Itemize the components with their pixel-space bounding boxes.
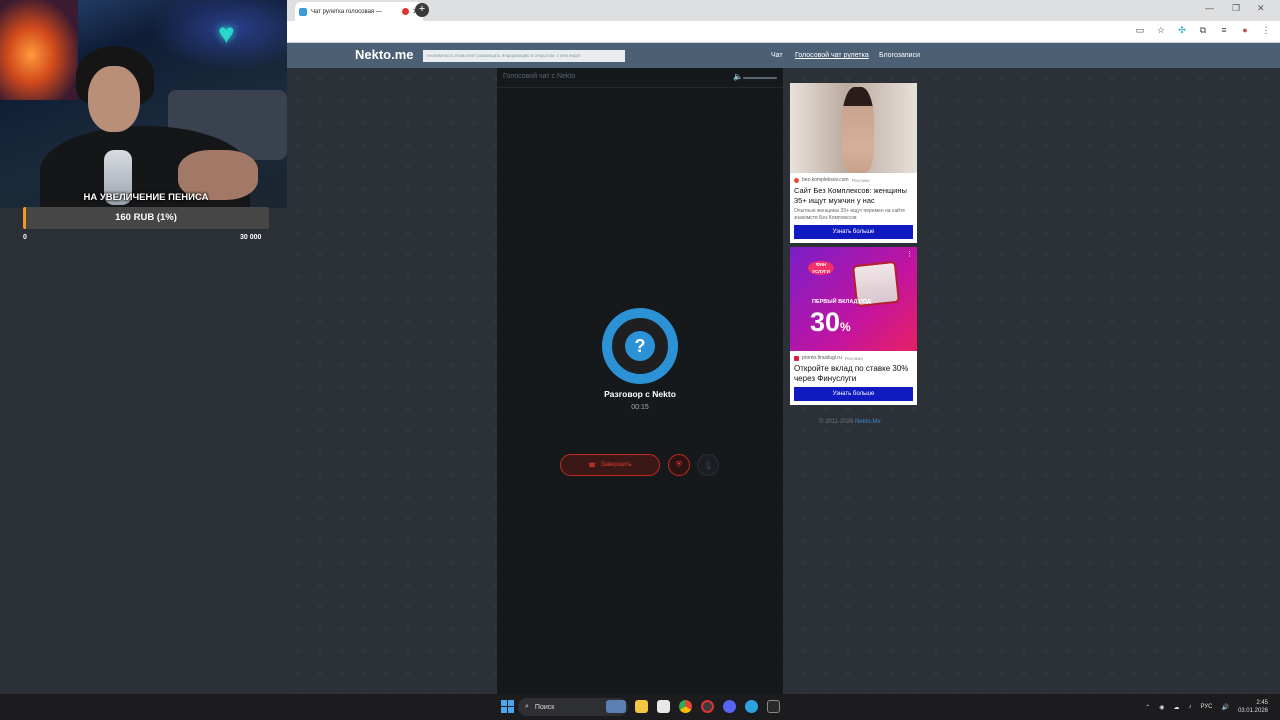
network-icon[interactable]: ◉ <box>1159 704 1164 711</box>
terminal-icon[interactable] <box>767 700 780 713</box>
mute-button[interactable]: 🎙 <box>697 454 719 476</box>
site-favicon-icon <box>299 7 307 16</box>
footer-link[interactable]: Nekto.Me <box>855 419 881 425</box>
site-logo[interactable]: Nekto.me <box>355 47 414 62</box>
ad-tag: Реклама <box>844 355 863 361</box>
ad-headline[interactable]: Откройте вклад по ставке 30% через Финус… <box>790 361 917 384</box>
browser-tab[interactable]: Чат рулетка голосовая — ✕ <box>295 2 423 21</box>
ad-source: promo.finuslugi.ru <box>802 355 842 361</box>
discord-icon[interactable] <box>723 700 736 713</box>
site-header: Nekto.me Анонимность позволяет размещать… <box>287 43 1280 68</box>
volume-slider[interactable] <box>743 77 777 79</box>
ad-tag: Реклама <box>851 177 870 183</box>
chat-title: Голосовой чат с Nekto <box>503 73 576 80</box>
clock-time: 2:45 <box>1256 700 1268 706</box>
search-placeholder: Поиск <box>534 703 555 711</box>
nav-blog[interactable]: Блогозаписи <box>879 52 920 59</box>
more-icon[interactable]: ⋮ <box>906 86 913 94</box>
conversation-title: Разговор с Nekto <box>604 389 676 399</box>
donation-goal-max: 30 000 <box>240 234 262 241</box>
more-icon[interactable]: ⋮ <box>906 250 913 258</box>
ad-card-2[interactable]: ФИН УСЛУГИ ПЕРВЫЙ ВКЛАД ПОД 30% ⋮ promo.… <box>790 247 917 405</box>
mic-icon: 🎙 <box>702 460 714 470</box>
chevron-up-icon[interactable]: ⌃ <box>1145 704 1150 711</box>
maximize-button[interactable]: ❐ <box>1232 3 1240 14</box>
ad-source-icon <box>794 355 799 361</box>
copyright: © 2011-2026 Nekto.Me <box>819 419 881 425</box>
end-call-button[interactable]: ☎ Завершить <box>560 454 660 476</box>
chrome-icon[interactable] <box>679 700 692 713</box>
report-button[interactable]: ⛨ <box>668 454 690 476</box>
nav-voice-chat[interactable]: Голосовой чат рулетка <box>795 52 869 59</box>
conversation-timer: 00:15 <box>631 404 649 411</box>
profile-icon[interactable]: ● <box>1239 25 1251 36</box>
partner-avatar: ? <box>602 308 678 384</box>
nav-chat[interactable]: Чат <box>771 52 783 59</box>
language-indicator[interactable]: РУС <box>1200 704 1212 710</box>
question-mark-icon: ? <box>625 331 655 361</box>
chat-topbar: Голосовой чат с Nekto 🔈 <box>497 68 783 88</box>
file-explorer-icon[interactable] <box>635 700 648 713</box>
ad-description: Опытные женщины 35+ ищут перемен на сайт… <box>794 208 905 221</box>
donation-goal-min: 0 <box>23 234 27 241</box>
clock-date: 03.01.2026 <box>1237 708 1268 714</box>
ad-cta-button[interactable]: Узнать больше <box>794 387 913 401</box>
browser-tabstrip: Чат рулетка голосовая — ✕ + — ❐ ✕ <box>287 0 1280 21</box>
page-background <box>287 68 1280 694</box>
ad-image: ⋮ <box>790 83 917 173</box>
anonymity-notice: Анонимность позволяет размещать информац… <box>423 50 625 62</box>
minimize-button[interactable]: — <box>1205 3 1214 13</box>
ad-headline[interactable]: Сайт Без Комплексов: женщины 35+ ищут му… <box>790 183 917 206</box>
close-window-button[interactable]: ✕ <box>1257 3 1265 14</box>
obs-icon[interactable] <box>701 700 714 713</box>
donation-progress-label: 160 RUB (1%) <box>115 212 177 223</box>
windows-start-icon[interactable] <box>501 700 514 713</box>
new-tab-button[interactable]: + <box>415 3 429 17</box>
calendar-app-icon[interactable] <box>657 700 670 713</box>
taskbar: ⌕ Поиск ⌃ ◉ ☁ ♪ РУС 🔊 2:45 03.01.2026 <box>0 694 1280 720</box>
webcam-overlay: ♥ <box>0 0 287 208</box>
more-icon[interactable]: ⋮ <box>1260 25 1272 36</box>
hangup-icon: ☎ <box>588 462 596 469</box>
volume-icon: 🔈 <box>733 72 743 81</box>
star-icon[interactable]: ☆ <box>1155 25 1167 36</box>
tab-recording-icon <box>402 8 410 15</box>
webcam-background-fire <box>0 0 78 100</box>
cloud-icon[interactable]: ☁ <box>1173 704 1179 711</box>
promo-value: 30% <box>810 307 851 337</box>
microphone-tray-icon[interactable]: ♪ <box>1188 704 1191 710</box>
ad-cta-button[interactable]: Узнать больше <box>794 225 913 239</box>
ad-image: ФИН УСЛУГИ ПЕРВЫЙ ВКЛАД ПОД 30% ⋮ <box>790 247 917 351</box>
telegram-icon[interactable] <box>745 700 758 713</box>
voice-chat-panel: Голосовой чат с Nekto 🔈 ? Разговор с Nek… <box>497 68 783 694</box>
streamer-face <box>88 66 140 132</box>
system-tray: ⌃ ◉ ☁ ♪ РУС 🔊 2:45 03.01.2026 <box>1145 694 1280 720</box>
puzzle-icon[interactable]: ⧉ <box>1197 25 1209 36</box>
menu-icon[interactable]: ≡ <box>1218 25 1230 36</box>
neon-heart-icon: ♥ <box>218 18 235 49</box>
volume-tray-icon[interactable]: 🔊 <box>1221 704 1228 711</box>
promo-badge: ФИН УСЛУГИ <box>808 261 834 275</box>
donation-progress-bar: 160 RUB (1%) <box>23 207 269 229</box>
end-call-label: Завершить <box>600 462 632 468</box>
donation-goal-title: НА УВЕЛИЧЕНИЕ ПЕНИСА <box>83 192 209 203</box>
search-icon: ⌕ <box>525 703 529 710</box>
ad-card-1[interactable]: ⋮ bez-kompleksov.com Реклама Сайт Без Ко… <box>790 83 917 243</box>
extension-icon[interactable]: ✣ <box>1176 25 1188 36</box>
ad-source: bez-kompleksov.com <box>802 177 849 183</box>
shield-icon: ⛨ <box>676 460 682 469</box>
cast-icon[interactable]: ▭ <box>1134 25 1146 36</box>
tab-title: Чат рулетка голосовая — <box>311 8 382 15</box>
clock[interactable]: 2:45 03.01.2026 <box>1238 699 1268 715</box>
browser-toolbar: ▭ ☆ ✣ ⧉ ≡ ● ⋮ <box>287 21 1280 43</box>
search-highlight-icon <box>606 700 626 713</box>
ad-source-icon <box>794 177 799 183</box>
promo-line: ПЕРВЫЙ ВКЛАД ПОД <box>812 299 872 305</box>
